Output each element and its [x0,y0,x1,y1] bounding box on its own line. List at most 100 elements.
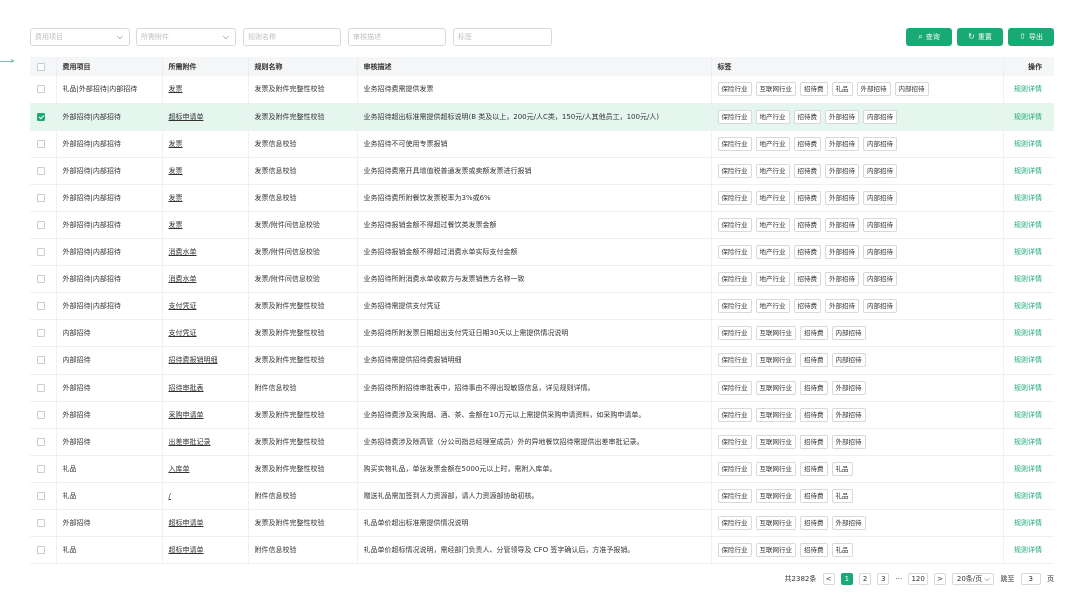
row-checkbox[interactable] [37,193,45,202]
reset-button[interactable]: ↻ 重置 [957,28,1003,46]
rule-detail-link[interactable]: 规则详情 [1003,103,1054,130]
jump-page-input[interactable]: 3 [1020,573,1041,585]
rule-detail-link[interactable]: 规则详情 [1003,293,1054,320]
row-checkbox[interactable] [37,410,45,419]
rule-detail-link[interactable]: 规则详情 [1003,510,1054,537]
page-button[interactable]: 120 [908,573,928,585]
attachment-link[interactable]: 发票 [169,167,183,175]
rule-detail-link[interactable]: 规则详情 [1003,157,1054,184]
attachment-link[interactable]: 发票 [169,140,183,148]
attachment-link[interactable]: 支付凭证 [169,329,197,337]
rule-detail-link[interactable]: 规则详情 [1003,428,1054,455]
attachment-link[interactable]: 支付凭证 [169,302,197,310]
page-button[interactable]: 1 [840,573,853,585]
rule-detail-link[interactable]: 规则详情 [1003,266,1054,293]
rule-detail-link[interactable]: 规则详情 [1003,455,1054,482]
attachment-link[interactable]: 发票 [169,194,183,202]
rule-name-input[interactable]: 规则名称 [243,28,341,46]
row-checkbox[interactable] [37,491,45,500]
rule-detail-link[interactable]: 规则详情 [1003,320,1054,347]
cost-item-select[interactable]: 费用项目 ⌵ [30,28,130,46]
table-row[interactable]: 外部招待|内部招待 消费水单 发票/附件间信息校验 业务招待所附消费水单收款方与发票销… [30,265,1054,293]
table-row[interactable]: 内部招待 支付凭证 发票及附件完整性校验 业务招待所附发票日期超出支付凭证日期30天以… [30,319,1054,347]
page-button[interactable]: 2 [859,573,872,585]
table-row[interactable]: 外部招待 采购申请单 发票及附件完整性校验 业务招待费涉及采购烟、酒、茶、金额在10万… [30,401,1054,429]
attachment-link[interactable]: 招待费报销明细 [169,356,218,364]
row-checkbox[interactable] [37,356,45,365]
tag-input[interactable]: 标签 [453,28,552,46]
table-row[interactable]: 礼品|外部招待|内部招待 发票 发票及附件完整性校验 业务招待费需提供发票 保险行业 互联… [30,76,1054,104]
attachment-link[interactable]: 发票 [169,85,183,93]
table-row[interactable]: 外部招待|内部招待 发票 发票信息校验 业务招待费需开具增值税普通发票或卖额发票进行报… [30,157,1054,185]
rule-detail-link[interactable]: 规则详情 [1003,211,1054,238]
attachment-link[interactable]: 出差审批记录 [169,438,211,446]
table-row[interactable]: 内部招待 招待费报销明细 发票及附件完整性校验 业务招待需提供招待费报销明细 保险行业互… [30,346,1054,375]
rule-detail-link[interactable]: 规则详情 [1003,537,1054,564]
rule-detail-link[interactable]: 规则详情 [1003,239,1054,266]
rule-detail-link[interactable]: 规则详情 [1003,347,1054,374]
table-row[interactable]: 外部招待 出差审批记录 发票及附件完整性校验 业务招待费涉及除高管（分公司指总经理室成… [30,428,1054,456]
table-row[interactable]: 外部招待|内部招待 支付凭证 发票及附件完整性校验 业务招待需提供支付凭证 保险行业 地产… [30,292,1054,320]
rule-detail-link[interactable]: 规则详情 [1003,482,1054,509]
table-row[interactable]: 外部招待|内部招待 发票 发票信息校验 业务招待费所附餐饮发票税率为3%或6% 保险行业… [30,184,1054,212]
table-row[interactable]: 礼品 / 附件信息校验 赠送礼品需加签到人力资源部，请人力资源部协助初核。 保险行业 互联… [30,482,1054,510]
table-row[interactable]: 外部招待|内部招待 消费水单 发票/附件间信息校验 业务招待报销金额不得超过消费水单实… [30,238,1054,266]
row-checkbox[interactable] [37,275,45,284]
attachment-link[interactable]: / [169,492,171,500]
table-row[interactable]: 外部招待|内部招待 超标申请单 发票及附件完整性校验 业务招待超出标准需提供超标说明(… [30,103,1054,131]
query-button[interactable]: ⌕ 查询 [906,28,952,46]
rule-detail-link[interactable]: 规则详情 [1003,401,1054,428]
row-checkbox[interactable] [37,329,45,338]
attachment-link[interactable]: 消费水单 [169,275,197,283]
attachment-link[interactable]: 超标申请单 [169,113,204,121]
attachment-link[interactable]: 采购申请单 [169,411,204,419]
prev-page-button[interactable]: < [822,573,835,585]
row-checkbox[interactable] [37,139,45,148]
next-page-button[interactable]: > [934,573,947,585]
rule-tag: 外部招待 [825,299,859,314]
row-checkbox[interactable] [37,85,45,94]
row-checkbox[interactable] [37,112,45,121]
attachment-select[interactable]: 所需附件 ⌵ [136,28,236,46]
attachment-link[interactable]: 发票 [169,221,183,229]
table-row[interactable]: 外部招待 招待审批表 附件信息校验 业务招待所附招待审批表中，招待事由不得出现敏感信息… [30,374,1054,402]
select-all-checkbox[interactable] [37,62,45,71]
attachment-link[interactable]: 入库单 [169,465,190,473]
table-row[interactable]: 礼品 超标申请单 附件信息校验 礼品单价超标情况说明，需经部门负责人、分管领导及 CF… [30,536,1054,564]
export-button[interactable]: ⇧ 导出 [1008,28,1054,46]
rule-tag: 保险行业 [717,353,752,368]
table-row[interactable]: 外部招待|内部招待 发票 发票信息校验 业务招待不可使用专票报销 保险行业 地产行业 招待费… [30,130,1054,158]
rule-detail-link[interactable]: 规则详情 [1003,374,1054,401]
rule-tag: 招待费 [793,163,821,178]
rule-tag: 互联网行业 [755,353,796,368]
page-ellipsis[interactable]: ··· [896,575,903,583]
rule-detail-link[interactable]: 规则详情 [1003,184,1054,211]
rule-detail-link[interactable]: 规则详情 [1003,76,1054,103]
row-checkbox[interactable] [37,302,45,311]
row-checkbox[interactable] [37,221,45,230]
rule-tag: 外部招待 [825,136,859,151]
review-desc-input[interactable]: 审核描述 [348,28,446,46]
total-count: 共2382条 [784,575,817,583]
rule-tag: 保险行业 [717,434,752,449]
review-desc-cell: 业务招待费涉及除高管（分公司指总经理室成员）外的异地餐饮招待需提供出差审批记录。 [357,428,712,456]
attachment-link[interactable]: 超标申请单 [169,546,204,554]
page-button[interactable]: 3 [877,573,890,585]
row-checkbox[interactable] [37,248,45,257]
table-row[interactable]: 外部招待|内部招待 发票 发票/附件间信息校验 业务招待报销金额不得超过餐饮类发票金额… [30,211,1054,239]
row-checkbox[interactable] [37,464,45,473]
attachment-link[interactable]: 消费水单 [169,248,197,256]
page-size-select[interactable]: 20条/页 ⌵ [952,573,995,585]
row-checkbox[interactable] [37,437,45,446]
table-row[interactable]: 外部招待 超标申请单 发票及附件完整性校验 礼品单价超出标准需提供情况说明 保险行业 互联… [30,509,1054,537]
rule-tag: 地产行业 [755,218,790,233]
rule-tag: 地产行业 [755,299,790,314]
row-checkbox[interactable] [37,383,45,392]
attachment-link[interactable]: 招待审批表 [169,384,204,392]
row-checkbox[interactable] [37,519,45,528]
attachment-link[interactable]: 超标申请单 [169,519,204,527]
table-row[interactable]: 礼品 入库单 发票及附件完整性校验 购买实物礼品，单张发票金额在5000元以上时，需附… [30,455,1054,483]
row-checkbox[interactable] [37,166,45,175]
row-checkbox[interactable] [37,546,45,555]
rule-detail-link[interactable]: 规则详情 [1003,130,1054,157]
